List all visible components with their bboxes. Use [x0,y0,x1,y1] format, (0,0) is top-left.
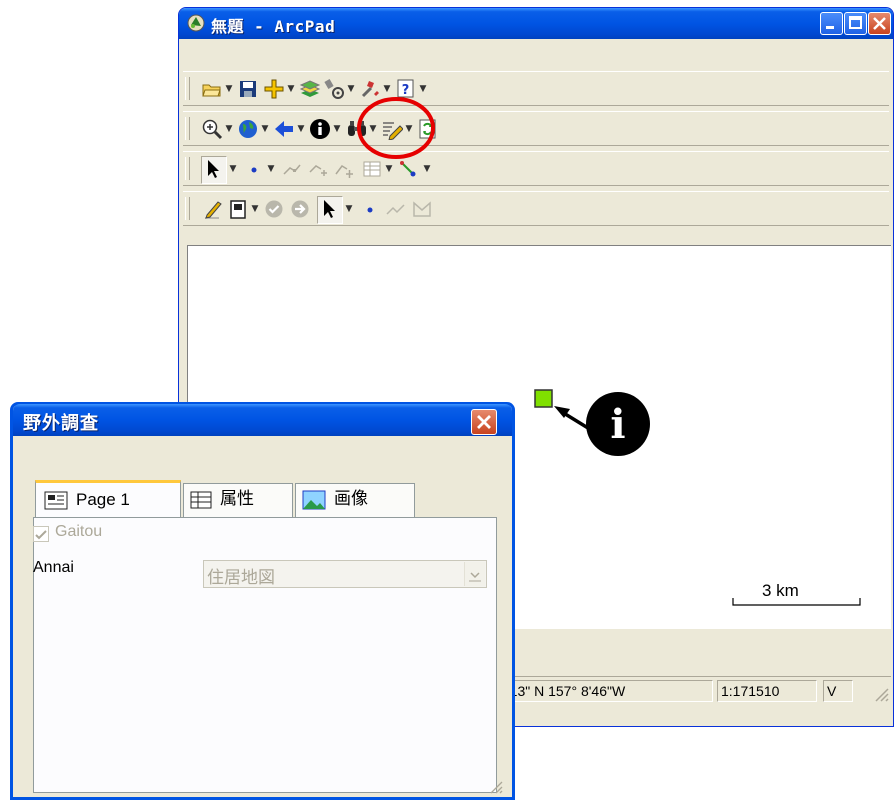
status-coordinates: '13" N 157° 8'46"W [503,680,713,702]
vertex-edit-disabled-icon[interactable] [281,158,303,180]
gps-dropdown[interactable]: ▼ [347,81,355,97]
pointer-arrow-icon [208,160,219,178]
next-disabled-icon[interactable] [289,198,311,220]
minimize-button[interactable] [820,12,843,35]
close-button[interactable] [868,12,891,35]
move-vertex-disabled-icon[interactable] [333,158,355,180]
annai-label: Annai [33,559,74,576]
annai-select-value: 住居地図 [207,568,275,588]
full-extent-globe-icon[interactable] [237,118,259,140]
info-callout-glyph: i [610,401,625,448]
point-icon[interactable] [243,158,265,180]
save-icon[interactable] [237,78,259,100]
form-page-icon [44,491,68,510]
tools-dropdown[interactable]: ▼ [383,81,391,97]
annai-select-arrow[interactable] [464,562,485,586]
select-dropdown[interactable]: ▼ [229,161,237,177]
add-layer-dropdown[interactable]: ▼ [287,81,295,97]
chevron-down-icon [469,572,481,582]
toolbar-grip[interactable] [185,117,190,140]
polyline-disabled-icon[interactable] [385,198,407,220]
form-dropdown[interactable]: ▼ [251,201,259,217]
identify-highlight-ring [357,97,435,159]
status-scale: 1:171510 [717,680,817,702]
toolbar-grip[interactable] [185,77,190,100]
resize-grip-icon[interactable] [873,686,889,702]
identify-info-icon[interactable] [309,118,331,140]
close-icon [873,17,886,30]
minimize-icon [826,26,834,29]
arcpad-app-icon [187,14,205,32]
toolbar-grip[interactable] [185,157,190,180]
dialog-close-button[interactable] [471,409,497,435]
pointer-arrow-icon [324,200,335,218]
image-icon [302,490,326,510]
toolbar-edit: ▼ ▼ [183,191,889,226]
start-edit-pencil-icon[interactable] [201,198,223,220]
tab-label: 画像 [334,489,368,508]
dialog-title-bar[interactable]: 野外調査 [13,404,512,436]
point-icon[interactable] [359,198,381,220]
select-tool-button[interactable] [201,156,227,184]
edit-select-dropdown[interactable]: ▼ [345,201,353,217]
attribute-table-disabled-icon[interactable] [361,158,383,180]
toolbar-grip[interactable] [185,197,190,220]
open-dropdown[interactable]: ▼ [225,81,233,97]
polygon-disabled-icon[interactable] [411,198,433,220]
tab-images[interactable]: 画像 [295,483,415,517]
table-icon [190,491,212,509]
edit-select-button[interactable] [317,196,343,224]
tab-attributes[interactable]: 属性 [183,483,293,517]
tab-page-1[interactable]: Page 1 [35,480,181,518]
status-flag: V [823,680,853,702]
zoom-in-icon[interactable] [201,118,223,140]
add-layer-icon[interactable] [263,78,285,100]
maximize-icon [849,16,862,29]
title-bar[interactable]: 無題 - ArcPad [179,8,893,39]
toolbar-select: ▼ ▼ ▼ ▼ [183,151,889,186]
form-icon[interactable] [227,198,249,220]
open-folder-icon[interactable] [201,78,223,100]
maximize-button[interactable] [844,12,867,35]
resize-grip-icon[interactable] [489,780,503,794]
gps-icon[interactable] [323,78,345,100]
dialog-title: 野外調査 [23,413,99,434]
tab-label: Page 1 [76,490,130,509]
field-survey-dialog: 野外調査 Page 1 属性 画像 Gaitou Annai 住居地図 [10,402,515,800]
identify-dropdown[interactable]: ▼ [333,121,341,137]
gaitou-checkbox[interactable] [33,526,49,542]
scale-bar [732,598,861,606]
zoom-dropdown[interactable]: ▼ [225,121,233,137]
draw-line-icon[interactable] [399,158,421,180]
layers-icon[interactable] [299,78,321,100]
close-icon [477,415,491,429]
back-dropdown[interactable]: ▼ [297,121,305,137]
point-dropdown[interactable]: ▼ [267,161,275,177]
gaitou-label: Gaitou [55,523,103,540]
identify-callout: i [554,392,650,456]
checkmark-icon [35,530,47,540]
help-dropdown[interactable]: ▼ [419,81,427,97]
tab-label: 属性 [220,489,254,508]
window-title: 無題 - ArcPad [211,17,336,36]
toolbar-browse: ▼ ▼ ▼ ▼ ▼ ▼ [183,111,889,146]
toolbar-main: ▼ ▼ ▼ ▼ ? ▼ [183,71,889,106]
line-dropdown[interactable]: ▼ [423,161,431,177]
annai-select[interactable]: 住居地図 [203,560,487,588]
ok-disabled-icon[interactable] [263,198,285,220]
table-dropdown[interactable]: ▼ [385,161,393,177]
back-arrow-icon[interactable] [273,118,295,140]
add-vertex-disabled-icon[interactable] [307,158,329,180]
tab-panel-page-1 [33,517,497,793]
extent-dropdown[interactable]: ▼ [261,121,269,137]
